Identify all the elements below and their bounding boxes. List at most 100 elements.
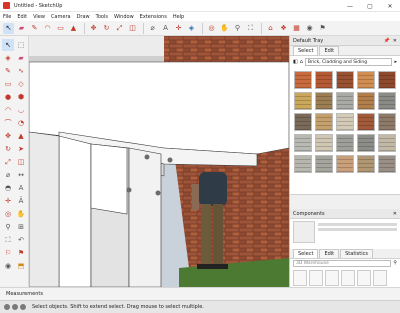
material-swatch[interactable]	[378, 134, 396, 152]
component-result[interactable]	[325, 270, 339, 286]
home-icon[interactable]: ⌂	[300, 59, 303, 65]
material-swatch[interactable]	[336, 113, 354, 131]
offset-icon[interactable]: ◫	[15, 156, 27, 168]
user-icon[interactable]	[20, 304, 26, 310]
previous-view-icon[interactable]: ↶	[15, 234, 27, 246]
material-swatch[interactable]	[294, 71, 312, 89]
arc-icon[interactable]: ◠	[42, 23, 53, 34]
search-icon[interactable]: ⚲	[393, 260, 397, 266]
minimize-button[interactable]: —	[340, 0, 360, 12]
three-point-arc-icon[interactable]: ⌒	[2, 117, 14, 129]
arc-icon[interactable]: ◠	[2, 104, 14, 116]
details-icon[interactable]: ▸	[394, 59, 397, 65]
tape-icon[interactable]: ⌀	[147, 23, 158, 34]
menu-window[interactable]: Window	[114, 14, 134, 20]
component-result[interactable]	[309, 270, 323, 286]
material-swatch[interactable]	[357, 71, 375, 89]
component-result[interactable]	[373, 270, 387, 286]
freehand-icon[interactable]: ∿	[15, 65, 27, 77]
component-result[interactable]	[357, 270, 371, 286]
credits-icon[interactable]	[12, 304, 18, 310]
menu-draw[interactable]: Draw	[77, 14, 90, 20]
zoom-extents-icon[interactable]: ⛶	[245, 23, 256, 34]
material-swatch[interactable]	[336, 155, 354, 173]
look-around-icon[interactable]: ◉	[2, 260, 14, 272]
pan-icon[interactable]: ✋	[219, 23, 230, 34]
material-swatch[interactable]	[336, 134, 354, 152]
warehouse-icon[interactable]: ⌂	[265, 23, 276, 34]
material-swatch[interactable]	[357, 113, 375, 131]
measurements-box[interactable]: Measurements	[0, 287, 400, 300]
material-swatch[interactable]	[315, 113, 333, 131]
offset-icon[interactable]: ◫	[127, 23, 138, 34]
walk-icon[interactable]: ⚑	[15, 247, 27, 259]
collection-select[interactable]: Brick, Cladding and Siding	[304, 57, 393, 66]
follow-me-icon[interactable]: ➤	[15, 143, 27, 155]
select-icon[interactable]: ↖	[3, 22, 14, 34]
maximize-button[interactable]: ▢	[360, 0, 380, 12]
eraser-icon[interactable]: ▰	[16, 23, 27, 34]
circle-icon[interactable]: ●	[2, 91, 14, 103]
material-swatch[interactable]	[336, 71, 354, 89]
zoom-icon[interactable]: ⚲	[232, 23, 243, 34]
close-button[interactable]: ✕	[380, 0, 400, 12]
extension-icon[interactable]: ❖	[278, 23, 289, 34]
axes-icon[interactable]: ✛	[2, 195, 14, 207]
tab-edit[interactable]: Edit	[319, 46, 340, 55]
material-swatch[interactable]	[294, 134, 312, 152]
material-swatch[interactable]	[315, 155, 333, 173]
3d-text-icon[interactable]: Ä	[15, 195, 27, 207]
orbit-icon[interactable]: ◎	[206, 23, 217, 34]
zoom-window-icon[interactable]: ⊞	[15, 221, 27, 233]
tab-edit[interactable]: Edit	[319, 249, 340, 258]
walk-icon[interactable]: ⚑	[317, 23, 328, 34]
dimension-icon[interactable]: ↔	[15, 169, 27, 181]
material-swatch[interactable]	[315, 71, 333, 89]
two-point-arc-icon[interactable]: ◡	[15, 104, 27, 116]
paint-icon[interactable]: ◈	[186, 23, 197, 34]
push-pull-icon[interactable]: ▲	[68, 23, 79, 34]
material-swatch[interactable]	[357, 134, 375, 152]
material-swatch[interactable]	[357, 92, 375, 110]
pencil-icon[interactable]: ✎	[2, 65, 14, 77]
menu-extensions[interactable]: Extensions	[140, 14, 167, 20]
text-icon[interactable]: A	[15, 182, 27, 194]
protractor-icon[interactable]: ◓	[2, 182, 14, 194]
layout-icon[interactable]: ▦	[291, 23, 302, 34]
component-result[interactable]	[293, 270, 307, 286]
paint-icon[interactable]: ◈	[2, 52, 14, 64]
tab-select[interactable]: Select	[293, 249, 319, 258]
component-result[interactable]	[341, 270, 355, 286]
tab-statistics[interactable]: Statistics	[340, 249, 373, 258]
scale-icon[interactable]: ⤢	[2, 156, 14, 168]
select-icon[interactable]: ↖	[2, 39, 14, 51]
material-swatch[interactable]	[294, 113, 312, 131]
pie-icon[interactable]: ◔	[15, 117, 27, 129]
material-swatch[interactable]	[315, 134, 333, 152]
scale-icon[interactable]: ⤢	[114, 23, 125, 34]
display-icon[interactable]: ◧	[293, 59, 298, 65]
material-swatch[interactable]	[357, 155, 375, 173]
polygon-icon[interactable]: ⬢	[15, 91, 27, 103]
move-icon[interactable]: ✥	[2, 130, 14, 142]
geo-location-icon[interactable]	[4, 304, 10, 310]
push-pull-icon[interactable]: ▲	[15, 130, 27, 142]
orbit-icon[interactable]: ◎	[2, 208, 14, 220]
tab-select[interactable]: Select	[293, 46, 319, 55]
material-swatch[interactable]	[315, 92, 333, 110]
close-icon[interactable]: ✕	[393, 211, 397, 217]
menu-file[interactable]: File	[3, 14, 11, 20]
rotated-rectangle-icon[interactable]: ◇	[15, 78, 27, 90]
text-icon[interactable]: A	[160, 23, 171, 34]
position-camera-icon[interactable]: ⚐	[2, 247, 14, 259]
menu-edit[interactable]: Edit	[17, 14, 27, 20]
rotate-icon[interactable]: ↻	[101, 23, 112, 34]
components-header[interactable]: Components ✕	[290, 209, 400, 219]
material-swatch[interactable]	[378, 113, 396, 131]
menu-help[interactable]: Help	[173, 14, 184, 20]
model-viewport[interactable]	[29, 36, 289, 287]
component-icon[interactable]: ⬚	[15, 39, 27, 51]
section-plane-icon[interactable]: ⬒	[15, 260, 27, 272]
material-swatch[interactable]	[336, 92, 354, 110]
rectangle-icon[interactable]: ▭	[2, 78, 14, 90]
